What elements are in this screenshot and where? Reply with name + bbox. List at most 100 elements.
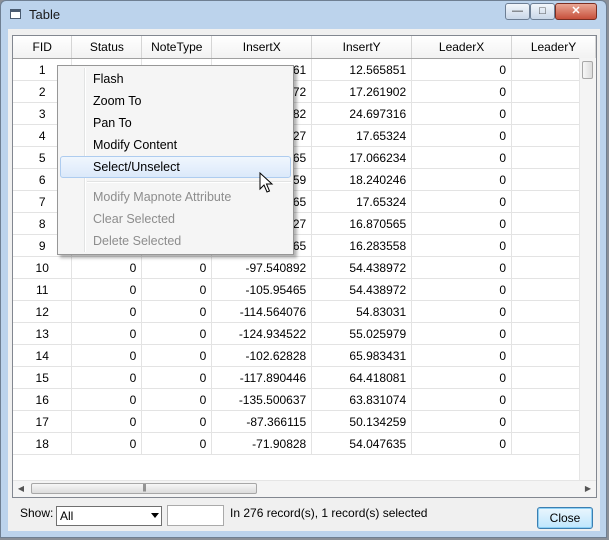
table-cell[interactable]: -102.62828 xyxy=(211,344,313,367)
table-cell[interactable]: 0 xyxy=(411,102,513,125)
table-cell[interactable]: 0 xyxy=(141,410,213,433)
table-cell[interactable]: 0 xyxy=(411,212,513,235)
table-cell[interactable]: -135.500637 xyxy=(211,388,313,411)
table-cell[interactable]: 0 xyxy=(71,278,143,301)
table-cell[interactable]: 55.025979 xyxy=(311,322,413,345)
table-cell[interactable]: 0 xyxy=(141,278,213,301)
horizontal-scroll-thumb[interactable]: ||| xyxy=(31,483,257,494)
title-bar[interactable]: Table — □ ✕ xyxy=(1,1,608,29)
vertical-scrollbar[interactable] xyxy=(579,58,596,480)
table-cell[interactable]: 63.831074 xyxy=(311,388,413,411)
table-row[interactable]: 17 0 0 -87.366115 50.134259 0 xyxy=(13,410,596,433)
menu-item-pan-to[interactable]: Pan To xyxy=(60,112,291,134)
row-fid-cell[interactable]: 16 xyxy=(13,388,73,411)
table-cell[interactable]: 0 xyxy=(411,80,513,103)
table-cell[interactable]: 54.047635 xyxy=(311,432,413,455)
table-row[interactable]: 11 0 0 -105.95465 54.438972 0 xyxy=(13,278,596,301)
table-cell[interactable]: 0 xyxy=(411,432,513,455)
show-filter-select[interactable]: All xyxy=(56,506,162,526)
table-row[interactable]: 13 0 0 -124.934522 55.025979 0 xyxy=(13,322,596,345)
table-row[interactable]: 14 0 0 -102.62828 65.983431 0 xyxy=(13,344,596,367)
table-cell[interactable]: 0 xyxy=(141,256,213,279)
table-cell[interactable]: 0 xyxy=(71,410,143,433)
table-cell[interactable]: 0 xyxy=(141,344,213,367)
table-cell[interactable]: 0 xyxy=(411,190,513,213)
maximize-button[interactable]: □ xyxy=(530,3,555,20)
table-cell[interactable]: 17.65324 xyxy=(311,190,413,213)
minimize-button[interactable]: — xyxy=(505,3,530,20)
table-row[interactable]: 12 0 0 -114.564076 54.83031 0 xyxy=(13,300,596,323)
table-cell[interactable]: 64.418081 xyxy=(311,366,413,389)
table-cell[interactable]: 0 xyxy=(411,256,513,279)
table-cell[interactable]: 0 xyxy=(71,322,143,345)
table-cell[interactable]: 17.65324 xyxy=(311,124,413,147)
row-fid-cell[interactable]: 11 xyxy=(13,278,73,301)
table-cell[interactable]: 0 xyxy=(411,234,513,257)
table-cell[interactable]: 18.240246 xyxy=(311,168,413,191)
table-cell[interactable]: -87.366115 xyxy=(211,410,313,433)
table-cell[interactable]: 0 xyxy=(411,322,513,345)
column-header-fid[interactable]: FID xyxy=(13,36,73,59)
column-header-insertx[interactable]: InsertX xyxy=(211,36,313,59)
table-cell[interactable]: 0 xyxy=(141,366,213,389)
table-cell[interactable]: -114.564076 xyxy=(211,300,313,323)
table-cell[interactable]: 0 xyxy=(411,146,513,169)
column-header-notetype[interactable]: NoteType xyxy=(141,36,213,59)
table-cell[interactable]: -71.90828 xyxy=(211,432,313,455)
table-cell[interactable]: 16.283558 xyxy=(311,234,413,257)
row-fid-cell[interactable]: 14 xyxy=(13,344,73,367)
table-cell[interactable]: 0 xyxy=(71,344,143,367)
column-header-leaderx[interactable]: LeaderX xyxy=(411,36,513,59)
table-row[interactable]: 10 0 0 -97.540892 54.438972 0 xyxy=(13,256,596,279)
table-cell[interactable]: 24.697316 xyxy=(311,102,413,125)
row-fid-cell[interactable]: 13 xyxy=(13,322,73,345)
menu-item-flash[interactable]: Flash xyxy=(60,68,291,90)
table-row[interactable]: 16 0 0 -135.500637 63.831074 0 xyxy=(13,388,596,411)
table-cell[interactable]: 0 xyxy=(71,388,143,411)
close-button[interactable]: Close xyxy=(537,507,593,529)
table-cell[interactable]: 0 xyxy=(411,366,513,389)
record-number-input[interactable] xyxy=(167,505,224,526)
table-cell[interactable]: 0 xyxy=(411,300,513,323)
table-cell[interactable]: 54.83031 xyxy=(311,300,413,323)
table-cell[interactable]: 0 xyxy=(411,410,513,433)
row-fid-cell[interactable]: 15 xyxy=(13,366,73,389)
menu-item-select-unselect[interactable]: Select/Unselect xyxy=(60,156,291,178)
row-fid-cell[interactable]: 10 xyxy=(13,256,73,279)
table-cell[interactable]: 65.983431 xyxy=(311,344,413,367)
table-cell[interactable]: 0 xyxy=(141,388,213,411)
table-cell[interactable]: 0 xyxy=(71,432,143,455)
table-cell[interactable]: 0 xyxy=(141,300,213,323)
column-header-inserty[interactable]: InsertY xyxy=(311,36,413,59)
horizontal-scrollbar[interactable]: ◀ ||| ▶ xyxy=(13,480,596,497)
menu-item-zoom-to[interactable]: Zoom To xyxy=(60,90,291,112)
table-cell[interactable]: 0 xyxy=(71,366,143,389)
table-cell[interactable]: 0 xyxy=(71,256,143,279)
column-header-leadery[interactable]: LeaderY xyxy=(511,36,596,59)
table-row[interactable]: 15 0 0 -117.890446 64.418081 0 xyxy=(13,366,596,389)
table-cell[interactable]: 12.565851 xyxy=(311,58,413,81)
table-cell[interactable]: 0 xyxy=(411,168,513,191)
table-cell[interactable]: 50.134259 xyxy=(311,410,413,433)
table-cell[interactable]: 54.438972 xyxy=(311,278,413,301)
scroll-right-arrow-icon[interactable]: ▶ xyxy=(580,481,596,497)
table-cell[interactable]: 17.261902 xyxy=(311,80,413,103)
table-cell[interactable]: 0 xyxy=(71,300,143,323)
table-cell[interactable]: 54.438972 xyxy=(311,256,413,279)
table-cell[interactable]: 0 xyxy=(411,344,513,367)
table-cell[interactable]: 0 xyxy=(411,278,513,301)
table-cell[interactable]: -117.890446 xyxy=(211,366,313,389)
table-cell[interactable]: 16.870565 xyxy=(311,212,413,235)
table-cell[interactable]: 0 xyxy=(411,58,513,81)
scroll-left-arrow-icon[interactable]: ◀ xyxy=(13,481,29,497)
table-cell[interactable]: 0 xyxy=(141,322,213,345)
table-cell[interactable]: -105.95465 xyxy=(211,278,313,301)
table-row[interactable]: 18 0 0 -71.90828 54.047635 0 xyxy=(13,432,596,455)
table-cell[interactable]: 0 xyxy=(411,388,513,411)
table-cell[interactable]: -97.540892 xyxy=(211,256,313,279)
row-fid-cell[interactable]: 12 xyxy=(13,300,73,323)
vertical-scroll-thumb[interactable] xyxy=(582,61,593,79)
menu-item-modify-content[interactable]: Modify Content xyxy=(60,134,291,156)
row-fid-cell[interactable]: 17 xyxy=(13,410,73,433)
row-fid-cell[interactable]: 18 xyxy=(13,432,73,455)
